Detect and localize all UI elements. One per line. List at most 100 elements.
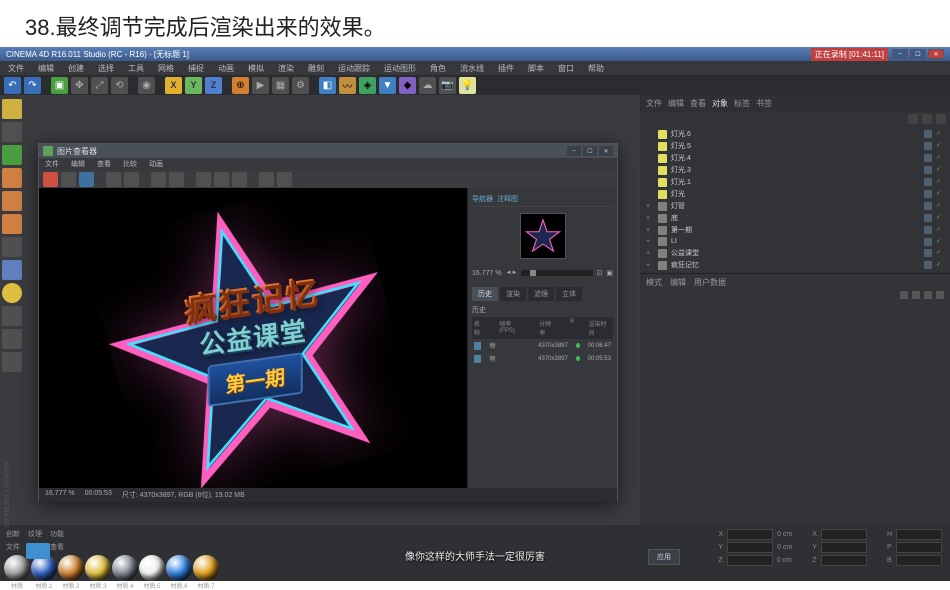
- hist-tab-history[interactable]: 历史: [472, 287, 498, 301]
- tree-row[interactable]: 灯光✓: [646, 188, 944, 200]
- tree-row[interactable]: 灯光.4✓: [646, 152, 944, 164]
- close-button[interactable]: ✕: [928, 49, 944, 59]
- tree-row[interactable]: +公益课堂✓: [646, 247, 944, 259]
- obj-tab-edit[interactable]: 编辑: [668, 98, 684, 109]
- pv-single-button[interactable]: [169, 172, 184, 187]
- pv-menu-anim[interactable]: 动画: [149, 159, 163, 169]
- menu-tools[interactable]: 工具: [128, 63, 144, 74]
- env-button[interactable]: ☁: [419, 77, 436, 94]
- pv-close-button[interactable]: ✕: [599, 146, 613, 156]
- mat-tab-create[interactable]: 创新: [6, 529, 20, 539]
- pv-setting-button[interactable]: [61, 172, 76, 187]
- render-settings-button[interactable]: ⚙: [292, 77, 309, 94]
- obj-tab-tags[interactable]: 标签: [734, 98, 750, 109]
- material-item[interactable]: 材质.7: [193, 555, 219, 590]
- attr-fwd-icon[interactable]: [924, 291, 932, 299]
- menu-script[interactable]: 脚本: [528, 63, 544, 74]
- menu-snap[interactable]: 捕捉: [188, 63, 204, 74]
- misc-tool-button[interactable]: [2, 352, 22, 372]
- menu-file[interactable]: 文件: [8, 63, 24, 74]
- material-item[interactable]: 材质.2: [58, 555, 84, 590]
- attr-tab-user[interactable]: 用户数据: [694, 277, 726, 288]
- redo-button[interactable]: ↷: [24, 77, 41, 94]
- pv-folder-button[interactable]: [124, 172, 139, 187]
- tree-row[interactable]: +灯管✓: [646, 200, 944, 212]
- apply-button[interactable]: 应用: [648, 549, 680, 565]
- pv-play-button[interactable]: [259, 172, 274, 187]
- object-tree[interactable]: 灯光.6✓灯光.5✓灯光.4✓灯光.3✓灯光.1✓灯光✓+灯管✓+底✓+第一期✓…: [640, 126, 950, 273]
- obj-search-icon[interactable]: [908, 114, 918, 124]
- size-z-input[interactable]: [821, 555, 867, 566]
- material-item[interactable]: 材质.5: [139, 555, 165, 590]
- material-item[interactable]: 材质: [4, 555, 30, 590]
- snap-button[interactable]: [2, 283, 22, 303]
- render-view-button[interactable]: ▶: [252, 77, 269, 94]
- material-item[interactable]: 材质.6: [166, 555, 192, 590]
- pv-channel-button[interactable]: [79, 172, 94, 187]
- deformer-button[interactable]: ◆: [399, 77, 416, 94]
- pv-nav-tab-layer[interactable]: 注释图: [497, 194, 518, 204]
- rotate-tool-button[interactable]: ⟲: [111, 77, 128, 94]
- menu-sim[interactable]: 模拟: [248, 63, 264, 74]
- cube-primitive-button[interactable]: ◧: [319, 77, 336, 94]
- menu-plugin[interactable]: 插件: [498, 63, 514, 74]
- minimize-button[interactable]: –: [892, 49, 908, 59]
- object-axis-button[interactable]: [2, 145, 22, 165]
- tree-row[interactable]: +LI✓: [646, 236, 944, 247]
- mat-tab-func[interactable]: 功能: [50, 529, 64, 539]
- generator-button[interactable]: ▼: [379, 77, 396, 94]
- menu-mesh[interactable]: 网格: [158, 63, 174, 74]
- hist-row[interactable]: 物4370x389700:06:47: [472, 339, 613, 352]
- texture-mode-button[interactable]: [2, 237, 22, 257]
- tree-row[interactable]: 灯光.3✓: [646, 164, 944, 176]
- rot-p-input[interactable]: [896, 542, 942, 553]
- x-axis-button[interactable]: X: [165, 77, 182, 94]
- size-x-input[interactable]: [821, 529, 867, 540]
- pv-minimize-button[interactable]: –: [567, 146, 581, 156]
- pv-nav-tab-navigator[interactable]: 导航器: [472, 194, 493, 204]
- hist-tab-render[interactable]: 渲染: [500, 287, 526, 301]
- pv-maximize-button[interactable]: ☐: [583, 146, 597, 156]
- attr-back-icon[interactable]: [900, 291, 908, 299]
- rot-h-input[interactable]: [896, 529, 942, 540]
- mat-tab-texture[interactable]: 纹理: [28, 529, 42, 539]
- material-item[interactable]: 材质.4: [112, 555, 138, 590]
- mat-menu-file[interactable]: 文件: [6, 542, 20, 552]
- pv-menu-compare[interactable]: 比较: [123, 159, 137, 169]
- obj-tab-view[interactable]: 查看: [690, 98, 706, 109]
- taskbar-c4d-icon[interactable]: [26, 543, 50, 559]
- scale-tool-button[interactable]: ⤢: [91, 77, 108, 94]
- menu-select[interactable]: 选择: [98, 63, 114, 74]
- pv-titlebar[interactable]: 图片查看器 – ☐ ✕: [39, 144, 617, 158]
- picture-viewer-window[interactable]: 图片查看器 – ☐ ✕ 文件 编辑 查看 比较 动画: [38, 143, 618, 501]
- zoom-slider[interactable]: [521, 270, 592, 276]
- viewport-solo-button[interactable]: [2, 329, 22, 349]
- menu-pipe[interactable]: 流水线: [460, 63, 484, 74]
- undo-button[interactable]: ↶: [4, 77, 21, 94]
- attr-up-icon[interactable]: [912, 291, 920, 299]
- menu-help[interactable]: 帮助: [588, 63, 604, 74]
- material-item[interactable]: 材质.3: [85, 555, 111, 590]
- size-y-input[interactable]: [821, 542, 867, 553]
- menu-render[interactable]: 渲染: [278, 63, 294, 74]
- light-button[interactable]: 💡: [459, 77, 476, 94]
- obj-tab-bookmarks[interactable]: 书签: [756, 98, 772, 109]
- menu-window[interactable]: 窗口: [558, 63, 574, 74]
- pos-z-input[interactable]: [727, 555, 773, 566]
- menu-anim[interactable]: 动画: [218, 63, 234, 74]
- camera-button[interactable]: 📷: [439, 77, 456, 94]
- tweak-button[interactable]: [2, 306, 22, 326]
- model-mode-button[interactable]: [2, 122, 22, 142]
- edge-mode-button[interactable]: [2, 191, 22, 211]
- obj-tab-objects[interactable]: 对象: [712, 98, 728, 109]
- material-item[interactable]: 材质.1: [31, 555, 57, 590]
- maximize-button[interactable]: ☐: [910, 49, 926, 59]
- pos-y-input[interactable]: [727, 542, 773, 553]
- pv-filter-button[interactable]: [214, 172, 229, 187]
- tree-row[interactable]: +底✓: [646, 212, 944, 224]
- menu-edit[interactable]: 编辑: [38, 63, 54, 74]
- poly-mode-button[interactable]: [2, 214, 22, 234]
- menu-create[interactable]: 创建: [68, 63, 84, 74]
- pv-menu-edit[interactable]: 编辑: [71, 159, 85, 169]
- attr-tab-mode[interactable]: 模式: [646, 277, 662, 288]
